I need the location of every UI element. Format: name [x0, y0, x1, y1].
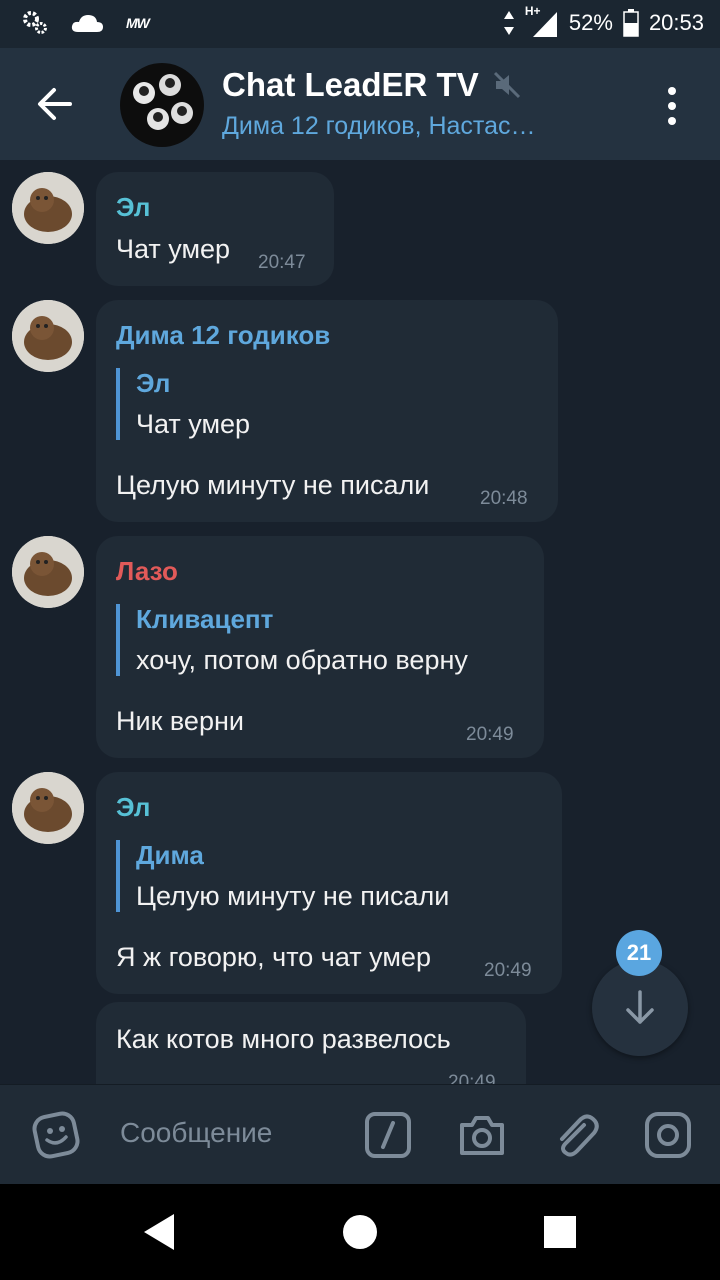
message-time: 20:49 — [466, 724, 514, 745]
chat-header: Chat LeadER TV Дима 12 годиков, Настас… — [0, 48, 720, 160]
message-time: 20:49 — [484, 960, 532, 981]
sender-avatar[interactable] — [12, 772, 84, 844]
message-text: Ник верни — [116, 706, 244, 736]
more-vertical-icon[interactable] — [664, 86, 680, 126]
status-bar: MW H+ 52% 20:53 — [0, 0, 720, 48]
message-bubble[interactable]: Эл Чат умер 20:47 — [96, 172, 334, 286]
message-input[interactable]: Сообщение — [120, 1117, 272, 1149]
reply-author: Дима — [136, 840, 204, 870]
data-arrows-icon — [503, 11, 514, 35]
instagram-icon[interactable] — [642, 1109, 694, 1161]
clock: 20:53 — [648, 10, 704, 35]
sender-avatar[interactable] — [12, 300, 84, 372]
navigation-bar — [0, 1184, 720, 1280]
message-text: Я ж говорю, что чат умер — [116, 942, 431, 972]
message-sender[interactable]: Эл — [116, 192, 150, 223]
sender-avatar[interactable] — [12, 536, 84, 608]
message-sender[interactable]: Эл — [116, 792, 150, 823]
message-list[interactable]: Эл Чат умер 20:47 Дима 12 годиков Эл Чат… — [0, 160, 720, 1084]
message-bubble[interactable]: Дима 12 годиков Эл Чат умер Целую минуту… — [96, 300, 558, 522]
reply-text: Целую минуту не писали — [136, 881, 450, 911]
reply-author: Эл — [136, 368, 171, 398]
message-bubble[interactable]: Эл Дима Целую минуту не писали Я ж говор… — [96, 772, 562, 994]
reply-quote[interactable]: Дима Целую минуту не писали — [116, 840, 449, 912]
sender-avatar[interactable] — [12, 172, 84, 244]
message-text: Как котов много развелось — [116, 1024, 451, 1054]
chat-title[interactable]: Chat LeadER TV — [222, 66, 521, 104]
battery-icon — [623, 9, 639, 37]
attach-icon[interactable] — [550, 1109, 602, 1161]
settings-icon — [23, 11, 47, 34]
reply-text: Чат умер — [136, 409, 251, 439]
message-sender[interactable]: Лазо — [116, 556, 178, 587]
chat-members-subtitle[interactable]: Дима 12 годиков, Настас… — [222, 112, 536, 141]
message-time: 20:47 — [258, 252, 306, 273]
message-text: Целую минуту не писали — [116, 470, 430, 500]
message-input-bar: Сообщение — [0, 1084, 720, 1185]
sticker-icon[interactable] — [30, 1109, 82, 1161]
slash-command-icon[interactable] — [362, 1109, 414, 1161]
carrier-text: MW — [126, 15, 150, 31]
message-bubble[interactable]: Как котов много развелось 20:49 — [96, 1002, 526, 1084]
battery-percent: 52% — [568, 10, 613, 35]
unread-count-badge[interactable]: 21 — [616, 930, 662, 976]
message-sender[interactable]: Дима 12 годиков — [116, 320, 330, 351]
muted-speaker-icon — [493, 71, 520, 99]
reply-quote[interactable]: Кливацепт хочу, потом обратно верну — [116, 604, 468, 676]
nav-recents-icon[interactable] — [538, 1210, 582, 1254]
message-time: 20:48 — [480, 488, 528, 509]
group-avatar[interactable] — [120, 63, 204, 147]
nav-back-icon[interactable] — [138, 1210, 182, 1254]
signal-icon: H+ — [525, 4, 559, 38]
reply-text: хочу, потом обратно верну — [136, 645, 468, 675]
message-time: 20:49 — [448, 1072, 496, 1084]
reply-quote[interactable]: Эл Чат умер — [116, 368, 250, 440]
reply-author: Кливацепт — [136, 604, 274, 634]
camera-icon[interactable] — [456, 1109, 508, 1161]
back-arrow-icon[interactable] — [34, 80, 82, 128]
chat-title-text: Chat LeadER TV — [222, 66, 479, 103]
message-bubble[interactable]: Лазо Кливацепт хочу, потом обратно верну… — [96, 536, 544, 758]
cloud-icon — [71, 15, 103, 32]
message-text: Чат умер — [116, 234, 231, 264]
nav-home-icon[interactable] — [338, 1210, 382, 1254]
